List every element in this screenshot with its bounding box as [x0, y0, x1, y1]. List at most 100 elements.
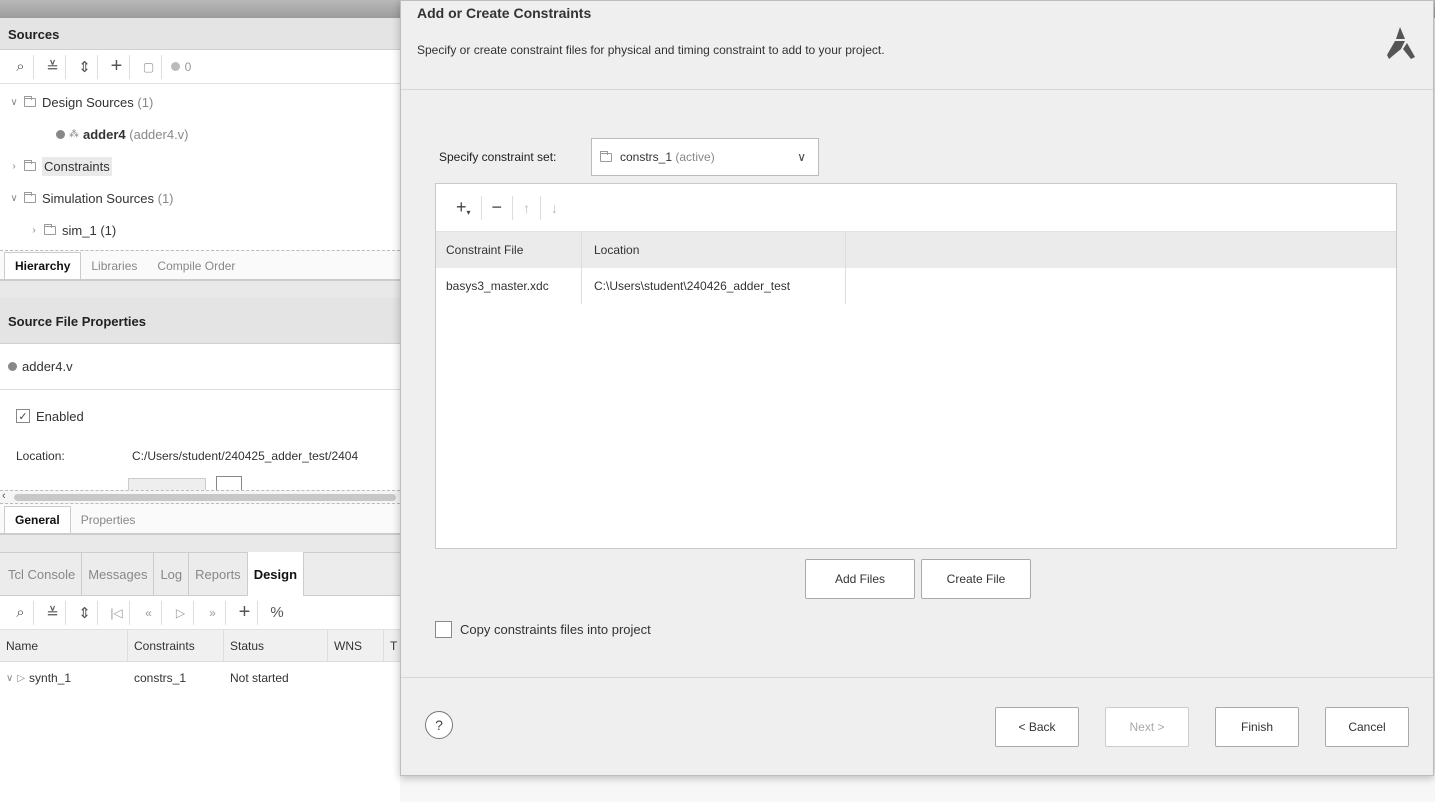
- file-name-cell: basys3_master.xdc: [436, 268, 582, 304]
- properties-tabs: General Properties: [0, 504, 400, 534]
- tree-item-constraints[interactable]: › Constraints: [8, 150, 400, 182]
- folder-icon: [600, 150, 612, 162]
- vivado-logo-icon: [1387, 27, 1415, 59]
- first-icon[interactable]: |◁: [104, 600, 130, 625]
- tab-compile-order[interactable]: Compile Order: [147, 253, 245, 279]
- run-icon: ▷: [17, 672, 26, 684]
- collapse-all-icon[interactable]: ≚: [40, 54, 66, 79]
- hierarchy-icon: ⁂: [69, 128, 79, 140]
- tab-hierarchy[interactable]: Hierarchy: [4, 252, 82, 279]
- add-files-button[interactable]: Add Files: [805, 559, 915, 599]
- dialog-subtitle: Specify or create constraint files for p…: [417, 43, 885, 57]
- status-dot-icon: [170, 62, 180, 71]
- file-location-cell: C:\Users\student\240426_adder_test: [582, 268, 846, 304]
- tab-tcl-console[interactable]: Tcl Console: [2, 552, 83, 596]
- collapse-all-icon[interactable]: ≚: [40, 600, 66, 625]
- constraint-set-label: Specify constraint set:: [439, 150, 557, 164]
- console-tabs: Tcl Console Messages Log Reports Design: [0, 552, 400, 596]
- panel-divider[interactable]: [0, 534, 400, 552]
- search-icon[interactable]: ⌕: [8, 54, 34, 79]
- constraint-files-table: Constraint File Location basys3_master.x…: [436, 232, 1396, 304]
- scroll-left-icon[interactable]: ‹: [2, 490, 6, 502]
- expand-all-icon[interactable]: ⇕: [72, 600, 98, 625]
- search-icon[interactable]: ⌕: [8, 600, 34, 625]
- runs-toolbar: ⌕ ≚ ⇕ |◁ « ▷ » + %: [0, 596, 400, 630]
- location-row: Location: C:/Users/student/240425_adder_…: [16, 449, 359, 463]
- tab-log[interactable]: Log: [154, 552, 190, 596]
- horizontal-scrollbar[interactable]: ‹: [0, 490, 400, 504]
- folder-icon: [24, 159, 36, 171]
- add-icon[interactable]: +: [104, 54, 130, 79]
- col-location[interactable]: Location: [582, 232, 846, 268]
- sources-tree: ∨ Design Sources (1) ⁂ adder4 (adder4.v)…: [0, 84, 400, 246]
- next-icon[interactable]: »: [200, 600, 226, 625]
- tab-design-runs[interactable]: Design: [247, 552, 305, 596]
- col-constraints[interactable]: Constraints: [128, 630, 224, 661]
- files-toolbar: + ▾ − ↑ ↓: [436, 184, 1396, 232]
- remove-icon[interactable]: −: [482, 195, 514, 220]
- tree-item-design-sources[interactable]: ∨ Design Sources (1): [8, 86, 400, 118]
- constraint-files-panel: + ▾ − ↑ ↓ Constraint File Location basys3…: [435, 183, 1397, 549]
- percent-icon[interactable]: %: [264, 601, 290, 625]
- next-button[interactable]: Next >: [1105, 707, 1189, 747]
- run-status: Not started: [230, 671, 289, 685]
- table-header: Constraint File Location: [436, 232, 1396, 268]
- tab-reports[interactable]: Reports: [189, 552, 248, 596]
- sources-panel-title: Sources: [0, 18, 400, 50]
- col-constraint-file[interactable]: Constraint File: [436, 232, 582, 268]
- panel-divider[interactable]: [0, 280, 400, 298]
- chevron-right-icon[interactable]: ›: [8, 161, 20, 172]
- add-icon[interactable]: +: [232, 600, 258, 625]
- tab-properties[interactable]: Properties: [71, 507, 146, 533]
- play-icon[interactable]: ▷: [168, 600, 194, 625]
- enabled-row: ✓ Enabled: [0, 396, 400, 436]
- folder-icon: [24, 191, 36, 203]
- sources-toolbar: ⌕ ≚ ⇕ + ▢ 0: [0, 50, 400, 84]
- enabled-checkbox[interactable]: ✓: [16, 409, 30, 423]
- move-down-icon[interactable]: ↓: [541, 196, 568, 220]
- tree-item-adder4[interactable]: ⁂ adder4 (adder4.v): [8, 118, 400, 150]
- tree-item-sim-1[interactable]: › sim_1 (1): [8, 214, 400, 246]
- add-constraints-dialog: Add or Create Constraints Specify or cre…: [400, 0, 1434, 776]
- file-dot-icon: [8, 362, 17, 371]
- copy-constraints-row: Copy constraints files into project: [435, 621, 651, 638]
- left-panels: Sources ⌕ ≚ ⇕ + ▢ 0 ∨ Design Sources (1)…: [0, 18, 400, 802]
- finish-button[interactable]: Finish: [1215, 707, 1299, 747]
- tab-messages[interactable]: Messages: [82, 552, 155, 596]
- folder-icon: [44, 223, 56, 235]
- type-row-partial: [0, 476, 400, 492]
- chevron-right-icon[interactable]: ›: [28, 225, 40, 236]
- module-dot-icon: [56, 129, 65, 139]
- constraint-set-select[interactable]: constrs_1 (active) ∨: [591, 138, 819, 176]
- status-count: 0: [168, 55, 194, 79]
- scrollbar-thumb[interactable]: [14, 494, 396, 501]
- folder-icon: [24, 95, 36, 107]
- col-name[interactable]: Name: [0, 630, 128, 661]
- tab-general[interactable]: General: [4, 506, 71, 533]
- create-file-button[interactable]: Create File: [921, 559, 1031, 599]
- run-constraints: constrs_1: [134, 671, 187, 685]
- info-icon[interactable]: ▢: [136, 54, 162, 79]
- col-wns[interactable]: WNS: [328, 630, 384, 661]
- expand-all-icon[interactable]: ⇕: [72, 54, 98, 79]
- table-row[interactable]: ∨ ▷ synth_1 constrs_1 Not started: [0, 662, 400, 694]
- tree-item-simulation-sources[interactable]: ∨ Simulation Sources (1): [8, 182, 400, 214]
- chevron-down-icon: ∨: [797, 150, 806, 164]
- previous-icon[interactable]: «: [136, 600, 162, 625]
- chevron-down-icon[interactable]: ∨: [8, 193, 20, 204]
- sources-tabs: Hierarchy Libraries Compile Order: [0, 250, 400, 280]
- cancel-button[interactable]: Cancel: [1325, 707, 1409, 747]
- move-up-icon[interactable]: ↑: [513, 195, 542, 220]
- col-status[interactable]: Status: [224, 630, 328, 661]
- back-button[interactable]: < Back: [995, 707, 1079, 747]
- tab-libraries[interactable]: Libraries: [81, 253, 147, 279]
- copy-constraints-checkbox[interactable]: [435, 621, 452, 638]
- help-icon[interactable]: ?: [425, 711, 453, 739]
- col-tns[interactable]: T: [384, 630, 400, 661]
- table-row[interactable]: basys3_master.xdc C:\Users\student\24042…: [436, 268, 1396, 304]
- chevron-down-icon[interactable]: ∨: [6, 673, 13, 684]
- runs-table-header: Name Constraints Status WNS T: [0, 630, 400, 662]
- add-icon[interactable]: + ▾: [446, 195, 482, 220]
- dialog-title: Add or Create Constraints: [417, 5, 592, 21]
- chevron-down-icon[interactable]: ∨: [8, 97, 20, 108]
